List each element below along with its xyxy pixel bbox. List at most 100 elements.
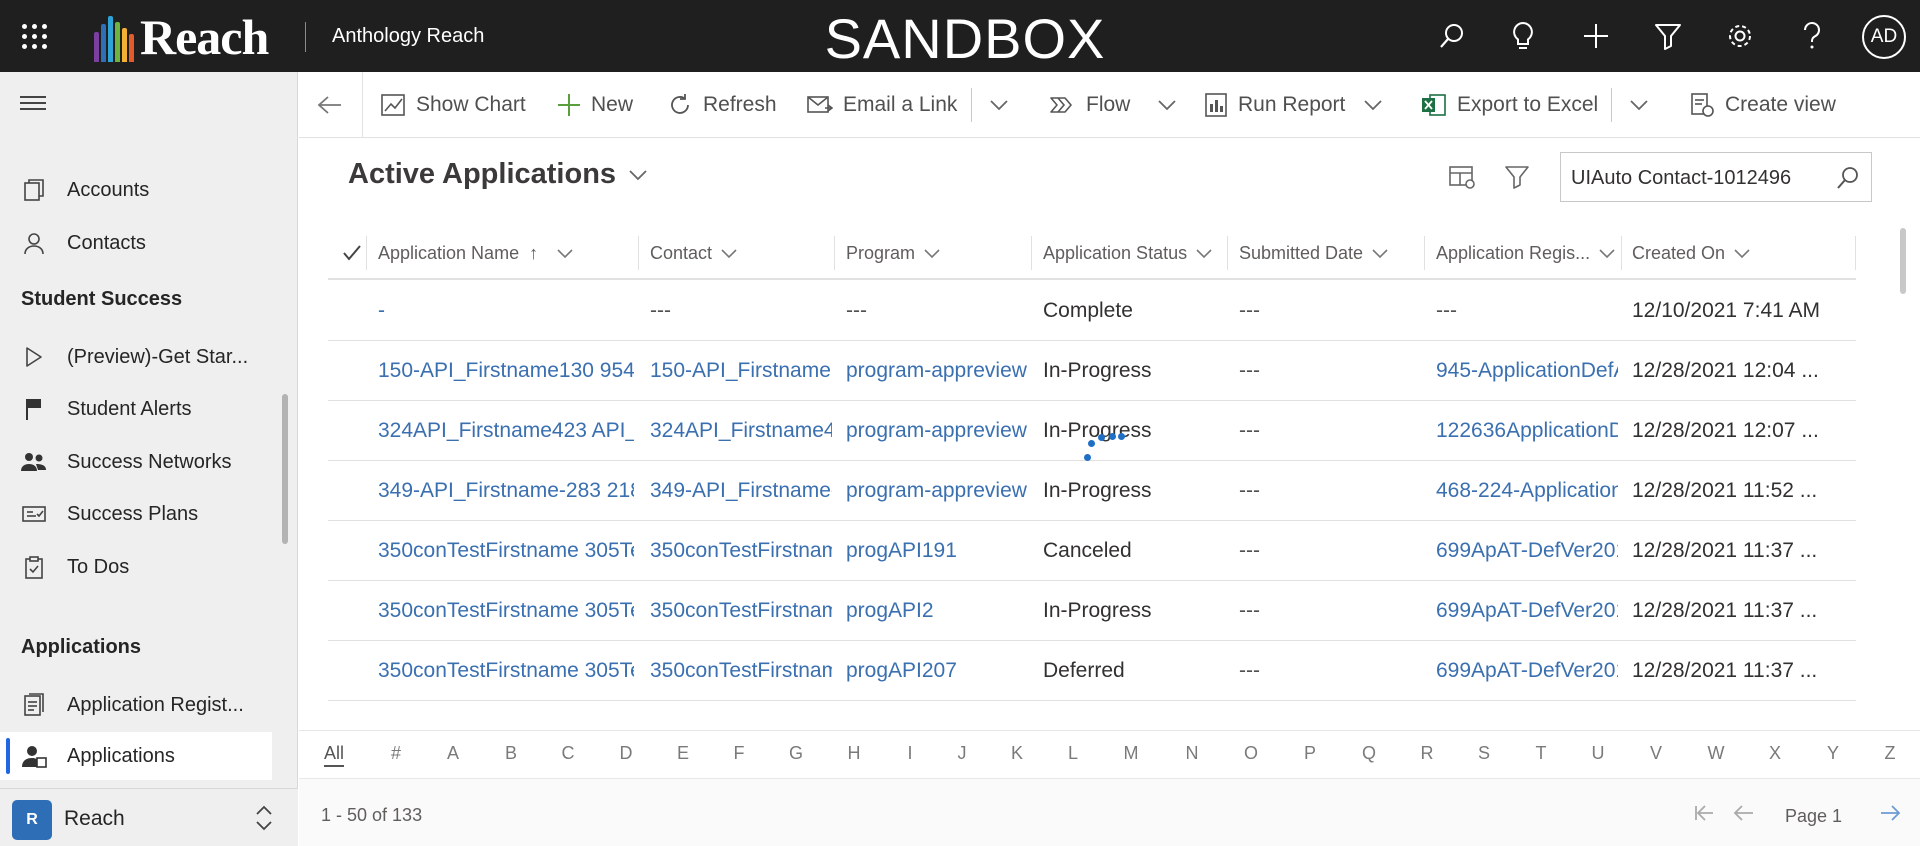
table-row[interactable]: 350conTestFirstname 305Tes 350conTestFir…: [328, 581, 1856, 641]
next-page-icon[interactable]: [1879, 803, 1901, 823]
table-row[interactable]: 349-API_Firstname-283 218- 349-API_First…: [328, 461, 1856, 521]
cell-application-registration[interactable]: 122636ApplicationD: [1436, 401, 1618, 461]
grid-scrollbar[interactable]: [1900, 228, 1906, 294]
table-row[interactable]: 350conTestFirstname 305Tes 350conTestFir…: [328, 641, 1856, 701]
column-header-contact[interactable]: Contact: [650, 226, 738, 280]
refresh-button[interactable]: Refresh: [667, 72, 777, 138]
cell-application-name[interactable]: -: [378, 281, 634, 341]
jump-j[interactable]: J: [947, 743, 977, 764]
cell-application-registration[interactable]: 699ApAT-DefVer201: [1436, 521, 1618, 581]
back-button[interactable]: [317, 72, 343, 138]
cell-program[interactable]: program-appreview: [846, 401, 1028, 461]
cell-application-registration[interactable]: 699ApAT-DefVer201: [1436, 581, 1618, 641]
sidebar-item-contacts[interactable]: Contacts: [0, 219, 272, 267]
area-switcher[interactable]: R Reach: [0, 788, 298, 846]
search-input[interactable]: [1571, 165, 1831, 191]
jump-i[interactable]: I: [895, 743, 925, 764]
jump-z[interactable]: Z: [1875, 743, 1905, 764]
gear-icon[interactable]: [1722, 18, 1758, 54]
cell-program[interactable]: program-appreview: [846, 341, 1028, 401]
view-selector[interactable]: Active Applications: [348, 158, 648, 191]
jump-a[interactable]: A: [438, 743, 468, 764]
jump-o[interactable]: O: [1236, 743, 1266, 764]
column-header-application-status[interactable]: Application Status: [1043, 226, 1213, 280]
jump-x[interactable]: X: [1760, 743, 1790, 764]
jump-r[interactable]: R: [1412, 743, 1442, 764]
jump-hash[interactable]: #: [381, 743, 411, 764]
column-header-created-on[interactable]: Created On: [1632, 226, 1751, 280]
cell-application-registration[interactable]: 945-ApplicationDefA: [1436, 341, 1618, 401]
cell-application-registration[interactable]: 699ApAT-DefVer201: [1436, 641, 1618, 701]
sidebar-item-to-dos[interactable]: To Dos: [0, 543, 272, 591]
cell-application-name[interactable]: 324API_Firstname423 API_La: [378, 401, 634, 461]
sidebar-item-success-networks[interactable]: Success Networks: [0, 438, 272, 486]
cell-contact[interactable]: 350conTestFirstname: [650, 581, 832, 641]
select-all-checkmark-icon[interactable]: [342, 243, 362, 263]
lightbulb-icon[interactable]: [1505, 18, 1541, 54]
run-report-button[interactable]: Run Report: [1204, 72, 1345, 138]
cell-application-name[interactable]: 349-API_Firstname-283 218-: [378, 461, 634, 521]
app-launcher-icon[interactable]: [22, 24, 48, 50]
jump-s[interactable]: S: [1469, 743, 1499, 764]
jump-l[interactable]: L: [1058, 743, 1088, 764]
new-button[interactable]: New: [557, 72, 633, 138]
table-row[interactable]: 350conTestFirstname 305Tes 350conTestFir…: [328, 521, 1856, 581]
run-report-dropdown[interactable]: [1363, 72, 1383, 138]
jump-y[interactable]: Y: [1818, 743, 1848, 764]
jump-m[interactable]: M: [1116, 743, 1146, 764]
cell-program[interactable]: progAPI191: [846, 521, 1028, 581]
jump-e[interactable]: E: [668, 743, 698, 764]
flow-dropdown[interactable]: [1157, 72, 1177, 138]
search-icon[interactable]: [1835, 165, 1861, 191]
jump-b[interactable]: B: [496, 743, 526, 764]
jump-v[interactable]: V: [1641, 743, 1671, 764]
jump-q[interactable]: Q: [1354, 743, 1384, 764]
table-row[interactable]: - --- --- Complete --- --- 12/10/2021 7:…: [328, 281, 1856, 341]
user-avatar[interactable]: AD: [1862, 15, 1906, 59]
cell-program[interactable]: progAPI2: [846, 581, 1028, 641]
more-commands-dropdown[interactable]: [989, 72, 1009, 138]
jump-w[interactable]: W: [1701, 743, 1731, 764]
cell-program[interactable]: progAPI207: [846, 641, 1028, 701]
flow-button[interactable]: Flow: [1048, 72, 1130, 138]
column-header-submitted-date[interactable]: Submitted Date: [1239, 226, 1389, 280]
sidebar-item-application-registrations[interactable]: Application Regist...: [0, 681, 272, 729]
jump-t[interactable]: T: [1526, 743, 1556, 764]
jump-p[interactable]: P: [1295, 743, 1325, 764]
cell-contact[interactable]: 150-API_Firstname1.: [650, 341, 832, 401]
jump-all[interactable]: All: [319, 743, 349, 764]
jump-n[interactable]: N: [1177, 743, 1207, 764]
export-excel-button[interactable]: Export to Excel: [1421, 72, 1598, 138]
column-header-program[interactable]: Program: [846, 226, 941, 280]
sidebar-item-applications[interactable]: Applications: [0, 732, 272, 780]
column-header-application-name[interactable]: Application Name ↑: [378, 226, 574, 280]
table-row[interactable]: 150-API_Firstname130 954-A 150-API_First…: [328, 341, 1856, 401]
jump-k[interactable]: K: [1002, 743, 1032, 764]
sidebar-scrollbar[interactable]: [282, 394, 288, 544]
jump-d[interactable]: D: [611, 743, 641, 764]
jump-u[interactable]: U: [1583, 743, 1613, 764]
email-link-button[interactable]: Email a Link: [807, 72, 957, 138]
sidebar-item-accounts[interactable]: Accounts: [0, 166, 272, 214]
cell-contact[interactable]: 350conTestFirstname: [650, 521, 832, 581]
show-chart-button[interactable]: Show Chart: [380, 72, 526, 138]
cell-application-name[interactable]: 150-API_Firstname130 954-A: [378, 341, 634, 401]
jump-h[interactable]: H: [839, 743, 869, 764]
export-dropdown[interactable]: [1629, 72, 1649, 138]
help-icon[interactable]: [1794, 18, 1830, 54]
cell-application-name[interactable]: 350conTestFirstname 305Tes: [378, 581, 634, 641]
search-field[interactable]: [1560, 152, 1872, 202]
jump-c[interactable]: C: [553, 743, 583, 764]
first-page-icon[interactable]: [1693, 803, 1715, 823]
app-name[interactable]: Anthology Reach: [332, 25, 484, 48]
sidebar-item-student-alerts[interactable]: Student Alerts: [0, 385, 272, 433]
search-icon[interactable]: [1434, 18, 1470, 54]
cell-contact[interactable]: 324API_Firstname42: [650, 401, 832, 461]
cell-program[interactable]: program-appreview: [846, 461, 1028, 521]
previous-page-icon[interactable]: [1733, 803, 1755, 823]
sidebar-item-get-started[interactable]: (Preview)-Get Star...: [0, 333, 272, 381]
cell-application-registration[interactable]: 468-224-Application: [1436, 461, 1618, 521]
jump-f[interactable]: F: [724, 743, 754, 764]
filter-icon[interactable]: [1504, 164, 1530, 190]
cell-contact[interactable]: 350conTestFirstname: [650, 641, 832, 701]
